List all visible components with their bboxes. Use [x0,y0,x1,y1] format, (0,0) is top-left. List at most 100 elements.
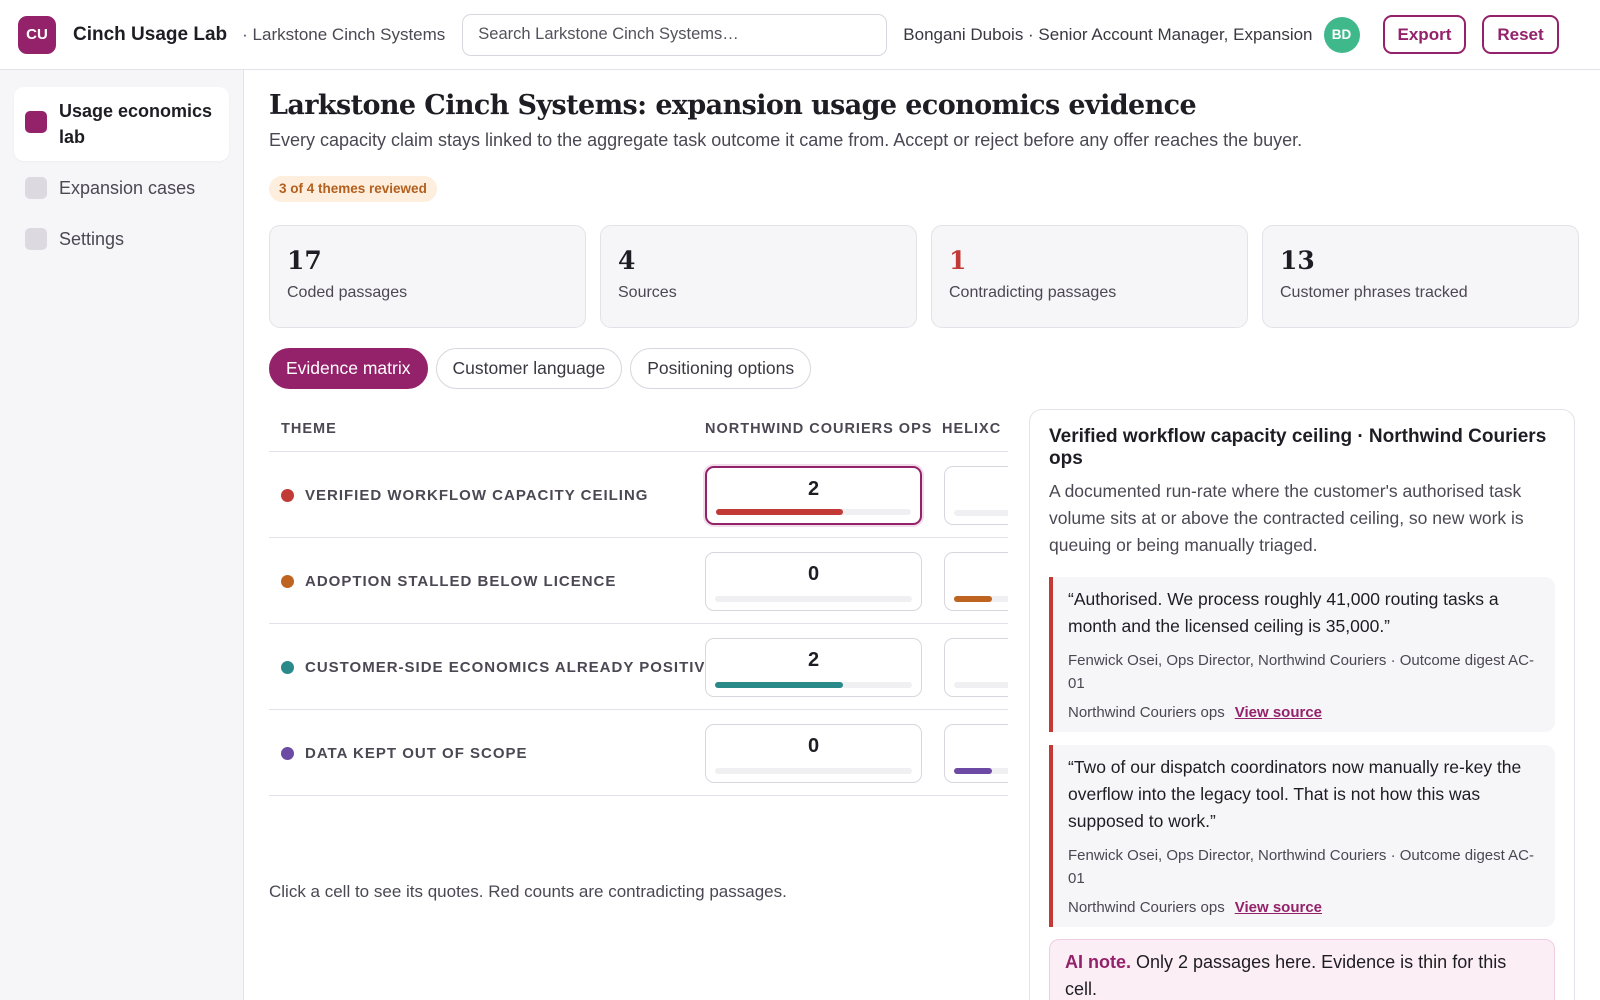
quote-source: Northwind Couriers ops [1068,704,1225,721]
theme-label: CUSTOMER-SIDE ECONOMICS ALREADY POSITIVE [281,624,716,710]
matrix-row: ADOPTION STALLED BELOW LICENCE 0 [269,538,1008,624]
cell-bar-fill [715,682,844,688]
quote-card: “Two of our dispatch coordinators now ma… [1049,745,1555,927]
cell-bar-fill [954,596,992,602]
view-source-link[interactable]: View source [1235,899,1322,916]
theme-name: CUSTOMER-SIDE ECONOMICS ALREADY POSITIVE [305,658,717,676]
quote-source-row: Northwind Couriers ops View source [1068,704,1540,721]
stat-value: 4 [618,246,636,275]
sidebar-item-label: Expansion cases [59,178,196,198]
cell-bar-track [715,768,912,774]
theme-color-dot [281,574,294,588]
sidebar-item-label: Settings [59,229,125,249]
quote-source-row: Northwind Couriers ops View source [1068,899,1540,916]
nav-square-icon [25,228,47,250]
evidence-detail-panel: Verified workflow capacity ceiling · Nor… [1029,409,1575,1000]
stat-value: 1 [949,246,967,275]
quote-attribution: Fenwick Osei, Ops Director, Northwind Co… [1068,652,1534,692]
matrix-row: DATA KEPT OUT OF SCOPE 0 [269,710,1008,796]
stat-card-coded-passages: 17 Coded passages [269,225,586,328]
sidebar-item-usage-economics-lab[interactable]: Usage economics lab [14,87,229,161]
sidebar: Usage economics lab Expansion cases Sett… [0,70,244,1000]
ai-note-label: AI note. [1065,952,1131,972]
theme-name: VERIFIED WORKFLOW CAPACITY CEILING [305,486,649,504]
matrix-header: THEME NORTHWIND COURIERS OPS HELIXC [269,408,1008,452]
detail-title: Verified workflow capacity ceiling · Nor… [1049,426,1547,469]
cell-bar-track [715,682,912,688]
matrix-row: CUSTOMER-SIDE ECONOMICS ALREADY POSITIVE… [269,624,1008,710]
theme-color-dot [281,660,294,674]
cell-bar-track [715,596,912,602]
quote-source: Northwind Couriers ops [1068,899,1225,916]
cell-count: 2 [807,649,820,671]
stats-row: 17 Coded passages 4 Sources 1 Contradict… [269,225,1579,328]
matrix-cell[interactable] [944,638,1008,697]
matrix-cell[interactable]: 0 [705,552,922,611]
stat-label: Customer phrases tracked [1280,284,1468,301]
export-button[interactable]: Export [1382,15,1467,54]
quote-card: “Authorised. We process roughly 41,000 r… [1049,577,1555,732]
quote-text: “Two of our dispatch coordinators now ma… [1068,757,1522,831]
cell-bar-track [954,768,1008,774]
app-logo[interactable]: CU [18,15,56,54]
matrix-cell[interactable] [944,552,1008,611]
cell-count: 0 [807,563,820,585]
cell-bar-fill [954,768,992,774]
cell-count: 2 [807,478,820,500]
reset-button[interactable]: Reset [1482,15,1559,54]
sidebar-item-settings[interactable]: Settings [14,215,229,263]
stat-label: Contradicting passages [949,284,1117,301]
cell-bar-fill [716,509,843,515]
quote-attribution: Fenwick Osei, Ops Director, Northwind Co… [1068,847,1534,887]
matrix-cell[interactable]: 0 [705,724,922,783]
cell-bar-track [954,682,1008,688]
view-tabs: Evidence matrix Customer language Positi… [269,348,819,390]
page-title: Larkstone Cinch Systems: expansion usage… [269,90,1197,121]
stat-label: Sources [618,284,677,301]
theme-name: ADOPTION STALLED BELOW LICENCE [305,572,617,590]
tab-positioning-options[interactable]: Positioning options [630,348,812,389]
theme-label: VERIFIED WORKFLOW CAPACITY CEILING [281,452,648,538]
matrix-hint: Click a cell to see its quotes. Red coun… [269,882,787,901]
stat-card-sources: 4 Sources [600,225,917,328]
user-info: Bongani Dubois · Senior Account Manager,… [903,24,1313,44]
evidence-matrix: THEME NORTHWIND COURIERS OPS HELIXC VERI… [269,408,1008,868]
view-source-link[interactable]: View source [1235,704,1322,721]
theme-color-dot [281,746,294,760]
theme-label: DATA KEPT OUT OF SCOPE [281,710,528,796]
theme-name: DATA KEPT OUT OF SCOPE [305,744,528,762]
nav-square-icon [25,177,47,199]
matrix-row: VERIFIED WORKFLOW CAPACITY CEILING 2 [269,452,1008,538]
ai-note-text: Only 2 passages here. Evidence is thin f… [1065,952,1507,999]
review-status-badge: 3 of 4 themes reviewed [269,176,437,202]
column-header-source: NORTHWIND COURIERS OPS [705,421,933,437]
theme-color-dot [281,488,294,502]
stat-value: 17 [287,246,322,275]
matrix-cell[interactable] [944,466,1008,525]
tab-customer-language[interactable]: Customer language [435,348,623,389]
tab-evidence-matrix[interactable]: Evidence matrix [269,348,428,389]
cell-bar-track [954,510,1008,516]
theme-label: ADOPTION STALLED BELOW LICENCE [281,538,616,624]
stat-value: 13 [1280,246,1315,275]
column-header-theme: THEME [281,421,337,437]
avatar[interactable]: BD [1323,16,1360,53]
search-input[interactable] [462,13,888,56]
sidebar-item-expansion-cases[interactable]: Expansion cases [14,164,229,212]
matrix-cell[interactable]: 2 [705,466,922,525]
stat-card-contradicting-passages: 1 Contradicting passages [931,225,1248,328]
sidebar-item-label: Usage economics lab [59,101,213,147]
main-content: Larkstone Cinch Systems: expansion usage… [244,70,1600,1000]
matrix-cell[interactable]: 2 [705,638,922,697]
quote-text: “Authorised. We process roughly 41,000 r… [1068,589,1499,636]
page-subtitle: Every capacity claim stays linked to the… [269,130,1303,150]
breadcrumb: · Larkstone Cinch Systems [242,24,446,44]
stat-label: Coded passages [287,284,408,301]
app-name: Cinch Usage Lab [73,23,228,45]
matrix-cell[interactable] [944,724,1008,783]
stat-card-customer-phrases: 13 Customer phrases tracked [1262,225,1579,328]
detail-description: A documented run-rate where the customer… [1049,481,1524,555]
top-bar: CU Cinch Usage Lab · Larkstone Cinch Sys… [0,0,1600,70]
ai-note: AI note. Only 2 passages here. Evidence … [1049,939,1555,1000]
nav-square-icon [25,111,47,133]
